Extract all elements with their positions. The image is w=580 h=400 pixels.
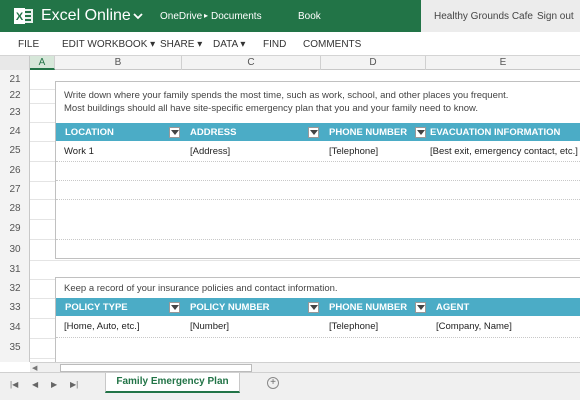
menu-comments[interactable]: COMMENTS [303,39,361,50]
row-header[interactable]: 23 [0,103,30,122]
account-name[interactable]: Healthy Grounds Cafe [434,11,533,22]
menu-edit-workbook[interactable]: EDIT WORKBOOK ▾ [62,39,155,50]
header-policy-number: POLICY NUMBER [190,302,270,313]
insurance-description: Keep a record of your insurance policies… [64,283,338,294]
places-section: Write down where your family spends the … [55,81,580,259]
table-row-divider [56,337,580,338]
cell-address[interactable]: [Address] [190,146,230,157]
header-phone-number: PHONE NUMBER [329,127,408,138]
column-header-c[interactable]: C [182,56,321,70]
prev-sheet-icon[interactable]: ◀ [32,380,38,389]
menu-bar: FILE EDIT WORKBOOK ▾ SHARE ▾ DATA ▾ FIND… [0,32,580,56]
excel-logo-icon[interactable]: X [14,7,34,25]
horizontal-scrollbar[interactable]: ◀ [30,362,580,372]
places-description-line2: Most buildings should all have site-spec… [64,103,479,114]
filter-dropdown-phone-number[interactable] [415,127,426,138]
row-header[interactable]: 21 [0,70,30,89]
breadcrumb-separator: ▸ [204,11,209,20]
table-row-divider [56,161,580,162]
dropdown-arrow-icon [310,130,318,135]
dropdown-arrow-icon [310,305,318,310]
header-address: ADDRESS [190,127,237,138]
row-header[interactable]: 25 [0,141,30,161]
column-header-b[interactable]: B [55,56,182,70]
header-policy-type: POLICY TYPE [65,302,128,313]
dropdown-arrow-icon [171,130,179,135]
column-header-a[interactable]: A [30,56,55,70]
dropdown-arrow-icon [417,305,425,310]
menu-data[interactable]: DATA ▾ [213,39,245,50]
filter-dropdown-policy-type[interactable] [169,302,180,313]
last-sheet-icon[interactable]: ▶| [70,380,78,389]
filter-dropdown-location[interactable] [169,127,180,138]
first-sheet-icon[interactable]: |◀ [10,380,18,389]
cell-policy-number[interactable]: [Number] [190,321,229,332]
sign-out-link[interactable]: Sign out [537,11,574,22]
header-evacuation-information: EVACUATION INFORMATION [430,127,561,138]
cell-evacuation-information[interactable]: [Best exit, emergency contact, etc.] [430,146,578,157]
insurance-table-header: POLICY TYPE POLICY NUMBER PHONE NUMBER A… [56,298,580,316]
chevron-down-icon[interactable] [132,10,144,22]
row-header[interactable]: 24 [0,122,30,141]
svg-text:X: X [16,11,24,23]
row-headers: 21 22 23 24 25 26 27 28 29 30 31 32 33 3… [0,70,30,362]
header-location: LOCATION [65,127,114,138]
menu-share[interactable]: SHARE ▾ [160,39,202,50]
menu-find[interactable]: FIND [263,39,286,50]
table-row-divider [56,199,580,200]
places-table-header: LOCATION ADDRESS PHONE NUMBER EVACUATION… [56,123,580,141]
sheet-tab-family-emergency-plan[interactable]: Family Emergency Plan [105,373,240,393]
row-header[interactable]: 26 [0,161,30,181]
scroll-left-icon[interactable]: ◀ [32,364,37,372]
row-header[interactable]: 33 [0,298,30,318]
add-sheet-icon[interactable]: + [267,377,279,389]
dropdown-arrow-icon [417,130,425,135]
insurance-section: Keep a record of your insurance policies… [55,277,580,367]
row-header[interactable]: 22 [0,89,30,103]
breadcrumb-onedrive[interactable]: OneDrive [160,11,202,22]
cell-policy-type[interactable]: [Home, Auto, etc.] [64,321,140,332]
grid-line [30,260,580,261]
filter-dropdown-policy-number[interactable] [308,302,319,313]
row-header[interactable]: 34 [0,318,30,338]
dropdown-arrow-icon [171,305,179,310]
row-header[interactable]: 31 [0,260,30,279]
scrollbar-thumb[interactable] [60,364,252,372]
row-header[interactable]: 30 [0,239,30,260]
cell-phone-number[interactable]: [Telephone] [329,146,378,157]
row-header[interactable]: 35 [0,338,30,358]
menu-file[interactable]: FILE [18,39,39,50]
filter-dropdown-address[interactable] [308,127,319,138]
column-headers: A B C D E [0,56,580,70]
cell-location[interactable]: Work 1 [64,146,94,157]
column-header-e[interactable]: E [426,56,580,70]
select-all-corner[interactable] [0,56,30,70]
cell-phone-number[interactable]: [Telephone] [329,321,378,332]
next-sheet-icon[interactable]: ▶ [51,380,57,389]
header-agent: AGENT [436,302,470,313]
workbook-name[interactable]: Book [298,11,321,22]
table-row-divider [56,180,580,181]
places-description-line1: Write down where your family spends the … [64,90,509,101]
row-header[interactable]: 27 [0,181,30,199]
table-row-divider [56,239,580,240]
breadcrumb-documents[interactable]: Documents [211,11,262,22]
row-header[interactable]: 29 [0,219,30,239]
row-header[interactable]: 28 [0,199,30,219]
filter-dropdown-phone-number[interactable] [415,302,426,313]
app-header: X Excel Online OneDrive ▸ Documents Book… [0,0,580,32]
app-title[interactable]: Excel Online [41,7,131,25]
sheet-tab-bar: |◀ ◀ ▶ ▶| Family Emergency Plan + [0,372,580,400]
row-header[interactable]: 32 [0,279,30,298]
header-phone-number: PHONE NUMBER [329,302,408,313]
column-header-d[interactable]: D [321,56,426,70]
cell-agent[interactable]: [Company, Name] [436,321,512,332]
